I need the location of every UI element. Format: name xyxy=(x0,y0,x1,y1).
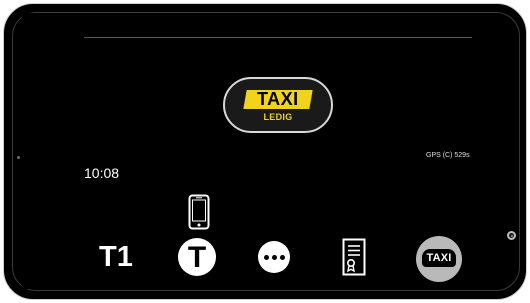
tablet-device: TAXI LEDIG GPS (C) 529s 10:08 T1 T TAXI xyxy=(0,0,530,303)
more-dots-icon xyxy=(279,254,285,260)
gps-status: GPS (C) 529s xyxy=(426,152,470,159)
app-screen: TAXI LEDIG GPS (C) 529s 10:08 T1 T TAXI xyxy=(22,13,500,289)
certificate-document-icon[interactable] xyxy=(342,238,366,276)
taxi-brand-text: TAXI xyxy=(257,89,299,109)
camera-dot xyxy=(17,156,20,159)
taxi-button-label: TAXI xyxy=(426,252,452,264)
taxi-status-sign[interactable]: TAXI LEDIG xyxy=(223,77,333,133)
more-dots-icon xyxy=(271,254,277,260)
clock-time: 10:08 xyxy=(84,165,120,181)
top-divider xyxy=(84,37,472,38)
t-button[interactable]: T xyxy=(178,238,216,276)
smartphone-icon xyxy=(188,194,210,230)
more-button[interactable] xyxy=(258,241,290,273)
taxi-button[interactable]: TAXI xyxy=(416,236,462,282)
t-button-label: T xyxy=(187,240,207,274)
taxi-button-band: TAXI xyxy=(422,249,456,267)
taxi-status-text: LEDIG xyxy=(263,112,293,122)
more-dots-icon xyxy=(263,254,269,260)
taxi-plate: TAXI xyxy=(243,89,313,109)
home-button[interactable] xyxy=(507,231,516,240)
t1-button[interactable]: T1 xyxy=(99,241,133,274)
